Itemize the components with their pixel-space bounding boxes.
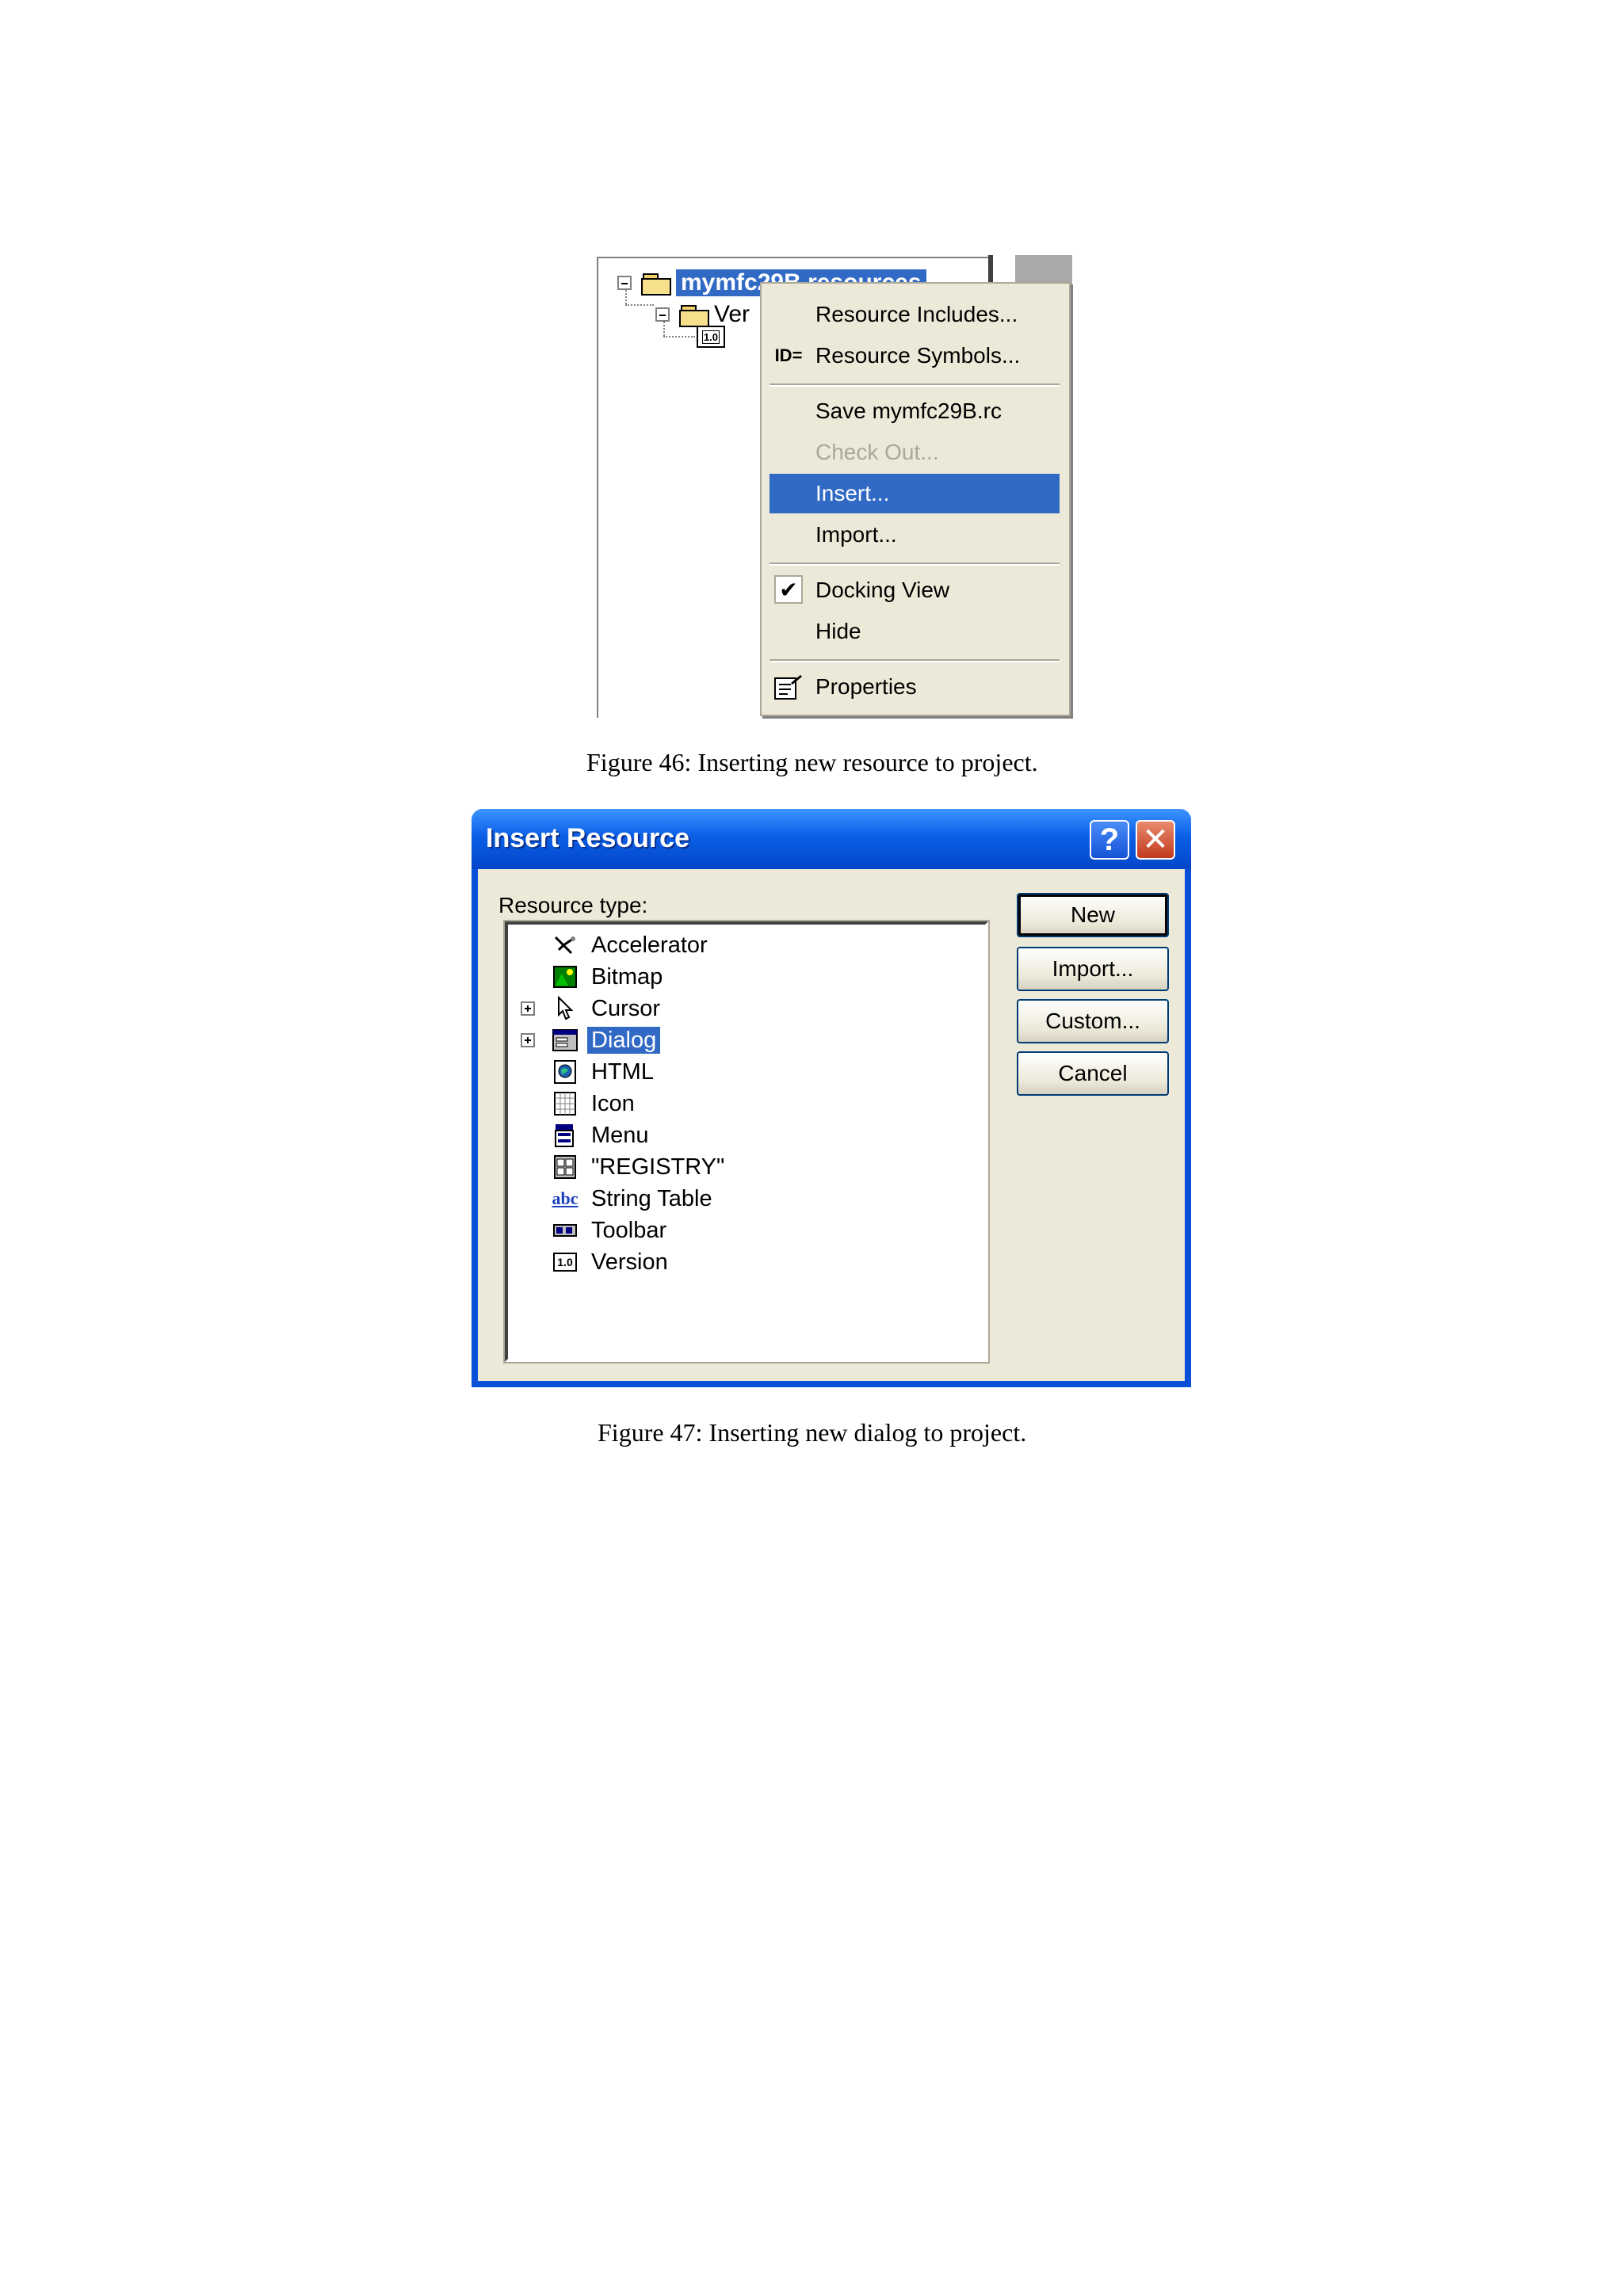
menu-separator [769, 659, 1060, 662]
dialog-titlebar[interactable]: Insert Resource ? ✕ [472, 809, 1191, 869]
expand-icon[interactable] [521, 1001, 535, 1016]
list-item-cursor[interactable]: Cursor [508, 993, 904, 1024]
collapse-icon[interactable] [617, 276, 632, 290]
collapse-icon[interactable] [655, 307, 670, 322]
tree-connector [663, 322, 665, 336]
new-button[interactable]: New [1017, 893, 1169, 937]
help-button[interactable]: ? [1090, 820, 1129, 860]
list-item-menu[interactable]: Menu [508, 1119, 904, 1151]
dialog-client-area: Resource type: Accelerator Bitmap Cursor… [478, 869, 1185, 1381]
close-icon: ✕ [1142, 822, 1169, 857]
folder-open-icon [641, 272, 671, 296]
id-equals-icon: ID= [774, 345, 803, 365]
menu-item-save[interactable]: Save mymfc29B.rc [769, 391, 1060, 431]
dialog-title: Insert Resource [486, 823, 689, 853]
dialog-icon [551, 1027, 579, 1054]
cursor-icon [551, 995, 579, 1022]
bitmap-icon [551, 963, 579, 990]
accelerator-icon [551, 932, 579, 959]
tree-version-row[interactable]: 1.0 [697, 322, 730, 352]
menu-item-check-out: Check Out... [815, 440, 939, 464]
menu-item-docking-view[interactable]: ✔ Docking View [769, 570, 1060, 610]
resource-type-list[interactable]: Accelerator Bitmap Cursor Dialog HTML Ic… [505, 921, 988, 1362]
list-item-string-table[interactable]: abc String Table [508, 1183, 904, 1215]
list-item-bitmap[interactable]: Bitmap [508, 961, 904, 993]
tree-connector [625, 304, 654, 306]
menu-icon [551, 1122, 579, 1149]
close-button[interactable]: ✕ [1136, 820, 1175, 860]
expand-icon[interactable] [521, 1033, 535, 1047]
context-menu: Resource Includes... ID= Resource Symbol… [760, 282, 1071, 716]
html-icon [551, 1058, 579, 1085]
list-item-icon[interactable]: Icon [508, 1088, 904, 1119]
tree-connector [663, 336, 695, 338]
properties-icon [773, 674, 804, 700]
help-icon: ? [1099, 822, 1120, 857]
list-item-registry[interactable]: "REGISTRY" [508, 1151, 904, 1183]
menu-separator [769, 383, 1060, 387]
registry-icon [551, 1154, 579, 1180]
version-icon: 1.0 [697, 326, 725, 348]
menu-separator [769, 563, 1060, 566]
figure-46-caption: Figure 46: Inserting new resource to pro… [586, 748, 1038, 776]
menu-item-resource-includes[interactable]: Resource Includes... [769, 295, 1060, 334]
list-item-dialog[interactable]: Dialog [508, 1024, 904, 1056]
toolbar-icon [551, 1217, 579, 1244]
custom-button[interactable]: Custom... [1017, 999, 1169, 1043]
figure-47-caption: Figure 47: Inserting new dialog to proje… [598, 1418, 1027, 1447]
import-button[interactable]: Import... [1017, 947, 1169, 991]
resource-type-label: Resource type: [498, 893, 648, 917]
list-item-html[interactable]: HTML [508, 1056, 904, 1088]
menu-item-properties[interactable]: Properties [769, 667, 1060, 707]
menu-item-hide[interactable]: Hide [769, 612, 1060, 651]
check-icon: ✔ [774, 575, 803, 604]
list-item-accelerator[interactable]: Accelerator [508, 929, 904, 961]
version-icon: 1.0 [551, 1249, 579, 1276]
icon-resource-icon [551, 1090, 579, 1117]
insert-resource-dialog: Insert Resource ? ✕ Resource type: Accel… [472, 809, 1191, 1387]
menu-item-resource-symbols[interactable]: ID= Resource Symbols... [769, 336, 1060, 376]
menu-item-import[interactable]: Import... [769, 515, 1060, 555]
menu-item-insert[interactable]: Insert... [769, 474, 1060, 513]
list-item-toolbar[interactable]: Toolbar [508, 1215, 904, 1246]
string-table-icon: abc [552, 1188, 579, 1208]
list-item-version[interactable]: 1.0 Version [508, 1246, 904, 1278]
tree-connector [625, 290, 627, 304]
figure-46-screenshot: mymfc29B resources Ver 1.0 Resource Incl… [594, 255, 1072, 718]
cancel-button[interactable]: Cancel [1017, 1051, 1169, 1096]
